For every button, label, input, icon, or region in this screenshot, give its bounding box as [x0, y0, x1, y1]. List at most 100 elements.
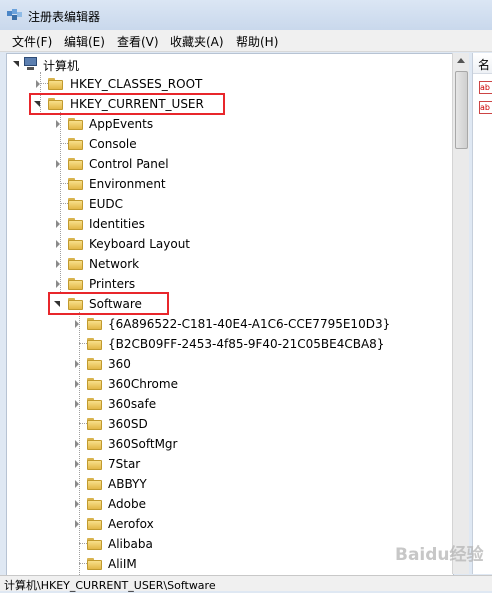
folder-icon — [87, 398, 102, 410]
folder-icon — [48, 78, 63, 90]
tree-node-label: ABBYY — [108, 477, 147, 491]
tree-node-label: Network — [89, 257, 140, 271]
tree-node-label: Adobe — [108, 497, 146, 511]
tree-node-console[interactable]: Console — [7, 134, 447, 154]
tree-node-alibaba[interactable]: Alibaba — [7, 534, 447, 554]
folder-icon — [68, 178, 83, 190]
folder-icon — [87, 498, 102, 510]
collapsed-arrow-icon[interactable] — [75, 380, 79, 388]
folder-icon — [87, 358, 102, 370]
menu-view[interactable]: 查看(V) — [117, 33, 159, 50]
column-header-label: 名 — [478, 58, 491, 72]
collapsed-arrow-icon[interactable] — [36, 80, 40, 88]
tree-node-label: HKEY_CLASSES_ROOT — [70, 77, 203, 91]
tree-node-hkey-classes-root[interactable]: HKEY_CLASSES_ROOT — [7, 74, 447, 94]
collapsed-arrow-icon[interactable] — [75, 320, 79, 328]
collapsed-arrow-icon[interactable] — [56, 260, 60, 268]
computer-icon — [23, 57, 38, 71]
tree-node-360sd[interactable]: 360SD — [7, 414, 447, 434]
tree-node-360chrome[interactable]: 360Chrome — [7, 374, 447, 394]
tree-node-label: 360 — [108, 357, 131, 371]
collapsed-arrow-icon[interactable] — [75, 500, 79, 508]
collapsed-arrow-icon[interactable] — [56, 220, 60, 228]
collapsed-arrow-icon[interactable] — [75, 400, 79, 408]
tree-node-360softmgr[interactable]: 360SoftMgr — [7, 434, 447, 454]
tree-node-control-panel[interactable]: Control Panel — [7, 154, 447, 174]
folder-icon — [87, 438, 102, 450]
tree-node-network[interactable]: Network — [7, 254, 447, 274]
tree-node-keyboard-layout[interactable]: Keyboard Layout — [7, 234, 447, 254]
tree-node-computer[interactable]: 计算机 — [7, 54, 447, 74]
menu-favorites[interactable]: 收藏夹(A) — [170, 33, 224, 50]
tree-node-aerofox[interactable]: Aerofox — [7, 514, 447, 534]
tree-node-label: Identities — [89, 217, 145, 231]
tree-node-aliim[interactable]: AliIM — [7, 554, 447, 574]
folder-icon — [68, 278, 83, 290]
tree-node-7star[interactable]: 7Star — [7, 454, 447, 474]
string-value-icon: ab — [479, 81, 492, 94]
tree-node-label: 360SoftMgr — [108, 437, 178, 451]
folder-icon — [68, 198, 83, 210]
tree-node-identities[interactable]: Identities — [7, 214, 447, 234]
highlight-box-hkey-current-user — [29, 93, 225, 115]
folder-icon — [87, 418, 102, 430]
title-bar: 注册表编辑器 — [0, 0, 492, 30]
folder-icon — [87, 318, 102, 330]
tree-node-360[interactable]: 360 — [7, 354, 447, 374]
menu-help[interactable]: 帮助(H) — [236, 33, 278, 50]
name-column-header[interactable]: 名 — [473, 53, 492, 74]
tree-node-label: Aerofox — [108, 517, 154, 531]
tree-scrollbar[interactable] — [452, 53, 469, 574]
folder-icon — [87, 458, 102, 470]
tree-node-label: 360Chrome — [108, 377, 178, 391]
watermark: Baidu经验 — [395, 545, 484, 565]
collapsed-arrow-icon[interactable] — [75, 360, 79, 368]
collapsed-arrow-icon[interactable] — [75, 460, 79, 468]
tree-node-label: Alibaba — [108, 537, 153, 551]
string-value-icon: ab — [479, 101, 492, 114]
tree-node-abbyy[interactable]: ABBYY — [7, 474, 447, 494]
tree-node-eudc[interactable]: EUDC — [7, 194, 447, 214]
tree-node-adobe[interactable]: Adobe — [7, 494, 447, 514]
tree-node-label: Control Panel — [89, 157, 169, 171]
tree-node-environment[interactable]: Environment — [7, 174, 447, 194]
folder-icon — [87, 338, 102, 350]
registry-tree[interactable]: 计算机 HKEY_CLASSES_ROOT HKEY_CURRENT_USER … — [6, 53, 454, 576]
menu-bar: 文件(F) 编辑(E) 查看(V) 收藏夹(A) 帮助(H) — [0, 30, 492, 52]
tree-node-label: 360SD — [108, 417, 148, 431]
tree-node-label: Printers — [89, 277, 136, 291]
expanded-arrow-icon[interactable] — [13, 61, 19, 67]
folder-icon — [68, 258, 83, 270]
collapsed-arrow-icon[interactable] — [56, 240, 60, 248]
scroll-thumb[interactable] — [455, 71, 468, 149]
tree-node-label: 360safe — [108, 397, 157, 411]
folder-icon — [68, 138, 83, 150]
collapsed-arrow-icon[interactable] — [56, 280, 60, 288]
tree-node-appevents[interactable]: AppEvents — [7, 114, 447, 134]
folder-icon — [87, 478, 102, 490]
collapsed-arrow-icon[interactable] — [56, 160, 60, 168]
regedit-icon — [7, 9, 22, 20]
collapsed-arrow-icon[interactable] — [56, 120, 60, 128]
folder-icon — [68, 238, 83, 250]
tree-node-guid-b2cb09ff[interactable]: {B2CB09FF-2453-4f85-9F40-21C05BE4CBA8} — [7, 334, 447, 354]
folder-icon — [87, 378, 102, 390]
folder-icon — [87, 518, 102, 530]
tree-node-guid-6a896522[interactable]: {6A896522-C181-40E4-A1C6-CCE7795E10D3} — [7, 314, 447, 334]
folder-icon — [87, 558, 102, 570]
folder-icon — [68, 158, 83, 170]
tree-node-label: 计算机 — [43, 59, 80, 73]
scroll-up-arrow-icon[interactable] — [457, 58, 465, 63]
menu-file[interactable]: 文件(F) — [12, 33, 52, 50]
menu-edit[interactable]: 编辑(E) — [64, 33, 105, 50]
collapsed-arrow-icon[interactable] — [75, 440, 79, 448]
tree-node-label: AliIM — [108, 557, 137, 571]
status-bar: 计算机\HKEY_CURRENT_USER\Software — [0, 575, 492, 592]
tree-node-printers[interactable]: Printers — [7, 274, 447, 294]
values-pane[interactable]: 名 ab ab — [472, 53, 492, 574]
tree-node-360safe[interactable]: 360safe — [7, 394, 447, 414]
collapsed-arrow-icon[interactable] — [75, 520, 79, 528]
status-path: 计算机\HKEY_CURRENT_USER\Software — [4, 579, 216, 592]
tree-node-label: 7Star — [108, 457, 141, 471]
collapsed-arrow-icon[interactable] — [75, 480, 79, 488]
